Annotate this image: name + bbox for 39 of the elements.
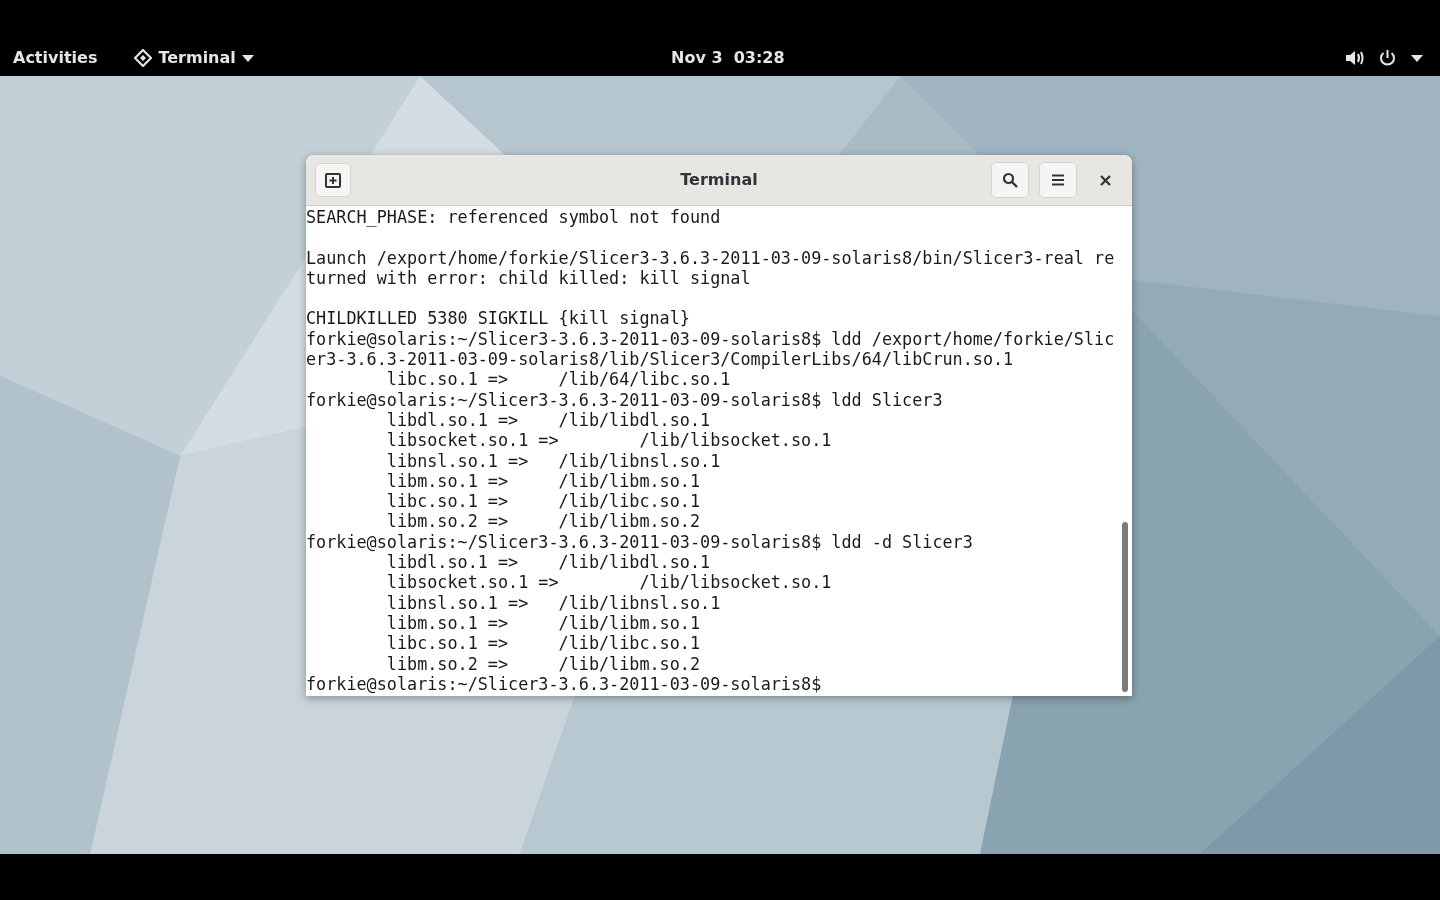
menu-icon bbox=[1051, 174, 1065, 186]
terminal-line: libc.so.1 => /lib/libc.so.1 bbox=[385, 633, 701, 654]
terminal-line: libdl.so.1 => /lib/libdl.so.1 bbox=[385, 409, 711, 431]
caret-icon bbox=[241, 54, 254, 62]
new-tab-icon bbox=[325, 172, 341, 188]
terminal-line: libm.so.2 => /lib/libm.so.2 bbox=[385, 511, 701, 532]
terminal-line: libc.so.1 => /lib/libc.so.1 bbox=[385, 491, 701, 512]
terminal-line: libm.so.1 => /lib/libm.so.1 bbox=[385, 470, 701, 492]
diamond-icon bbox=[134, 49, 153, 67]
clock[interactable]: Nov 3 03:28 bbox=[671, 46, 785, 70]
activities-button[interactable]: Activities bbox=[13, 46, 98, 70]
scrollbar-thumb[interactable] bbox=[1122, 522, 1128, 692]
caret-icon[interactable] bbox=[1411, 54, 1423, 62]
power-icon[interactable] bbox=[1379, 49, 1396, 67]
terminal-line: libsocket.so.1 => /lib/libsocket.so.1 bbox=[385, 572, 832, 593]
terminal-line: Launch /export/home/forkie/Slicer3-3.6.3-2011-03-09-solaris8/bin/Slicer3-real re bbox=[306, 247, 1115, 268]
terminal-line: libm.so.1 => /lib/libm.so.1 bbox=[385, 612, 701, 634]
volume-icon[interactable] bbox=[1345, 50, 1364, 66]
new-tab-button[interactable] bbox=[315, 163, 351, 197]
menu-button[interactable] bbox=[1039, 162, 1077, 198]
terminal-line: libsocket.so.1 => /lib/libsocket.so.1 bbox=[385, 430, 832, 451]
app-menu[interactable]: Terminal bbox=[134, 46, 254, 70]
search-button[interactable] bbox=[991, 162, 1029, 198]
close-icon bbox=[1099, 174, 1111, 186]
terminal-line: libnsl.so.1 => /lib/libnsl.so.1 bbox=[385, 592, 721, 613]
terminal-line: er3-3.6.3-2011-03-09-solaris8/lib/Slicer3/CompilerLibs/64/libCrun.so.1 bbox=[306, 349, 1014, 370]
terminal-line: libc.so.1 => /lib/64/libc.so.1 bbox=[385, 369, 731, 390]
terminal-line: libnsl.so.1 => /lib/libnsl.so.1 bbox=[385, 450, 721, 471]
terminal-line: forkie@solaris:~/Slicer3-3.6.3-2011-03-09-solaris8$ ldd -d Slicer3 bbox=[306, 531, 973, 553]
search-icon bbox=[1002, 172, 1018, 188]
terminal-line: libm.so.2 => /lib/libm.so.2 bbox=[385, 653, 701, 674]
terminal-line: libdl.so.1 => /lib/libdl.so.1 bbox=[385, 552, 711, 573]
terminal-line: forkie@solaris:~/Slicer3-3.6.3-2011-03-09-solaris8$ bbox=[306, 673, 822, 695]
terminal-line: SEARCH_PHASE: referenced symbol not found bbox=[306, 207, 721, 228]
terminal-line: forkie@solaris:~/Slicer3-3.6.3-2011-03-09-solaris8$ ldd Slicer3 bbox=[306, 389, 943, 410]
window-title: Terminal bbox=[680, 169, 758, 191]
terminal-line: forkie@solaris:~/Slicer3-3.6.3-2011-03-09-solaris8$ ldd /export/home/forkie/Slic bbox=[306, 328, 1115, 350]
terminal-line: turned with error: child killed: kill signal bbox=[306, 267, 751, 289]
terminal-line: CHILDKILLED 5380 SIGKILL {kill signal} bbox=[306, 308, 690, 329]
